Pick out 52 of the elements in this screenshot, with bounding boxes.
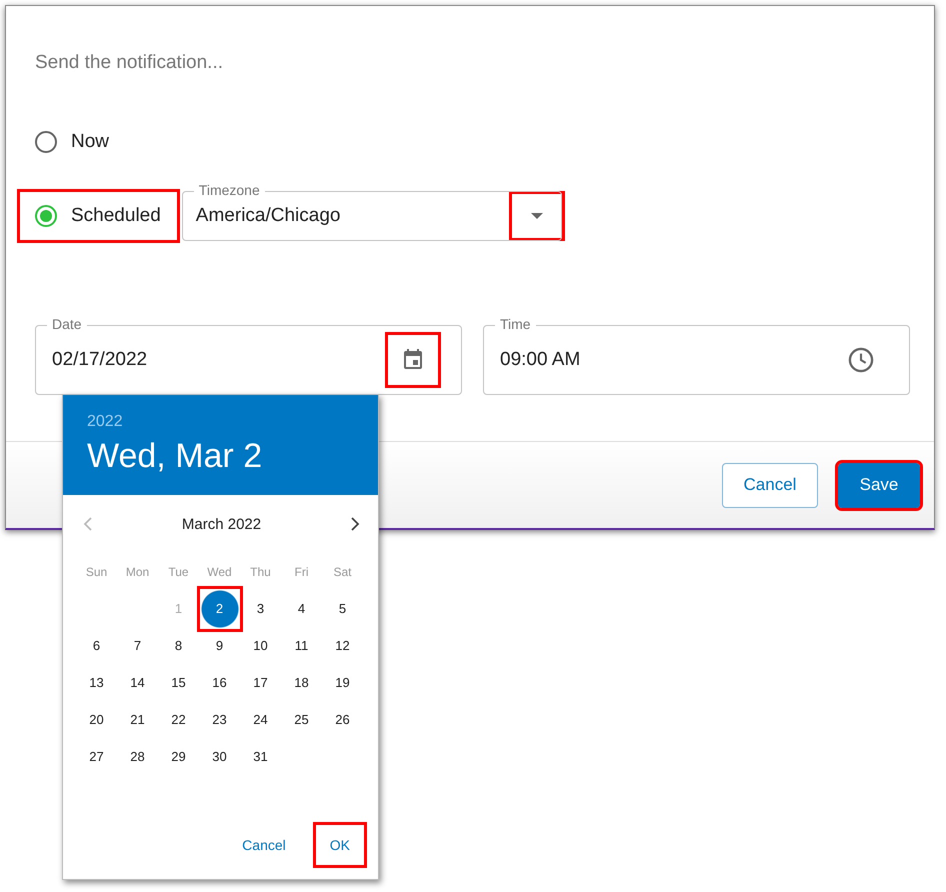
calendar-day[interactable]: 20 (76, 700, 116, 740)
date-field[interactable]: Date 02/17/2022 (35, 316, 462, 395)
calendar-day[interactable]: 2 (200, 588, 240, 628)
calendar-day[interactable]: 11 (282, 626, 322, 666)
timezone-select[interactable]: Timezone America/Chicago (182, 182, 562, 241)
weekday-label: Mon (124, 564, 150, 580)
calendar-day[interactable]: 5 (322, 588, 362, 628)
weekday-label: Sun (84, 564, 108, 580)
calendar-day[interactable]: 25 (282, 700, 322, 740)
save-button[interactable]: Save (838, 462, 920, 508)
cancel-button[interactable]: Cancel (228, 825, 300, 865)
calendar-day[interactable]: 29 (158, 736, 198, 776)
calendar-day[interactable]: 19 (322, 662, 362, 702)
month-title: March 2022 (182, 516, 262, 532)
calendar-day[interactable]: 12 (322, 626, 362, 666)
calendar-day[interactable]: 14 (118, 662, 158, 702)
calendar-day[interactable]: 28 (118, 736, 158, 776)
calendar-day[interactable]: 21 (118, 700, 158, 740)
next-month-icon[interactable] (350, 516, 360, 532)
weekday-label: Wed (206, 564, 233, 580)
calendar-day[interactable]: 15 (158, 662, 198, 702)
prompt-text: Send the notification... (35, 52, 224, 74)
radio-option[interactable]: Scheduled (20, 192, 177, 240)
dropdown-caret-icon[interactable] (512, 194, 562, 238)
selected-date-text: Wed, Mar 2 (87, 437, 262, 476)
weekday-label: Sat (332, 564, 352, 580)
radio-option[interactable]: Now (35, 118, 126, 166)
calendar-day[interactable]: 30 (200, 736, 240, 776)
calendar-day[interactable]: 24 (240, 700, 280, 740)
calendar-day[interactable]: 26 (322, 700, 362, 740)
calendar-day[interactable]: 22 (158, 700, 198, 740)
calendar-day[interactable]: 31 (240, 736, 280, 776)
time-field[interactable]: Time 09:00 AM (483, 316, 910, 395)
calendar-day[interactable]: 17 (240, 662, 280, 702)
calendar-day[interactable]: 4 (282, 588, 322, 628)
calendar-icon[interactable] (388, 335, 438, 385)
calendar-day[interactable]: 7 (118, 626, 158, 666)
calendar-day[interactable]: 3 (240, 588, 280, 628)
calendar-day[interactable]: 6 (76, 626, 116, 666)
calendar-day[interactable]: 10 (240, 626, 280, 666)
calendar-day[interactable]: 8 (158, 626, 198, 666)
calendar-day[interactable]: 16 (200, 662, 240, 702)
ok-button[interactable]: OK (316, 825, 364, 865)
weekday-label: Fri (294, 564, 310, 580)
cancel-button[interactable]: Cancel (722, 462, 818, 508)
calendar-day[interactable]: 18 (282, 662, 322, 702)
weekday-label: Tue (167, 564, 190, 580)
calendar-day[interactable]: 27 (76, 736, 116, 776)
calendar-day[interactable]: 23 (200, 700, 240, 740)
weekday-label: Thu (249, 564, 272, 580)
calendar-day[interactable]: 13 (76, 662, 116, 702)
calendar-day[interactable]: 9 (200, 626, 240, 666)
